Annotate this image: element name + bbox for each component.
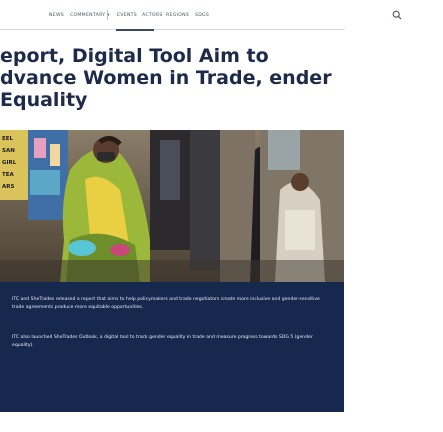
- nav-underline: [0, 29, 345, 30]
- nav-item-regions[interactable]: REGIONS: [166, 13, 189, 18]
- sign-text: GIRL: [2, 160, 17, 166]
- nav-item-sdgs[interactable]: SDGS: [195, 13, 209, 18]
- nav-item-events[interactable]: EVENTS: [117, 13, 137, 18]
- article-photo: EEL SAN GIRL TEA ARS: [0, 130, 344, 282]
- sign-text: EEL: [2, 136, 14, 142]
- nav-item-news[interactable]: NEWS: [49, 13, 64, 18]
- nav-divider: [107, 10, 108, 20]
- sign-text: TEA: [2, 172, 15, 178]
- nav-active-indicator: [116, 29, 154, 31]
- nav-item-commentary[interactable]: COMMENTARY ▾: [70, 13, 110, 18]
- sign-text: SAN: [2, 148, 15, 154]
- caption-paragraph: ITC and SheTrades released a report that…: [12, 297, 320, 311]
- caption-paragraph: ITC also launched SheTrades Outlook, a d…: [12, 335, 313, 349]
- article-title: eport, Digital Tool Aim to dvance Women …: [0, 45, 332, 111]
- sign-text: ARS: [2, 184, 14, 190]
- search-icon[interactable]: [392, 10, 402, 20]
- top-navigation: NEWS COMMENTARY ▾ EVENTS ACTORS REGIONS …: [0, 0, 443, 26]
- nav-item-actors[interactable]: ACTORS: [142, 13, 163, 18]
- photo-caption: ITC and SheTrades released a report that…: [0, 282, 344, 412]
